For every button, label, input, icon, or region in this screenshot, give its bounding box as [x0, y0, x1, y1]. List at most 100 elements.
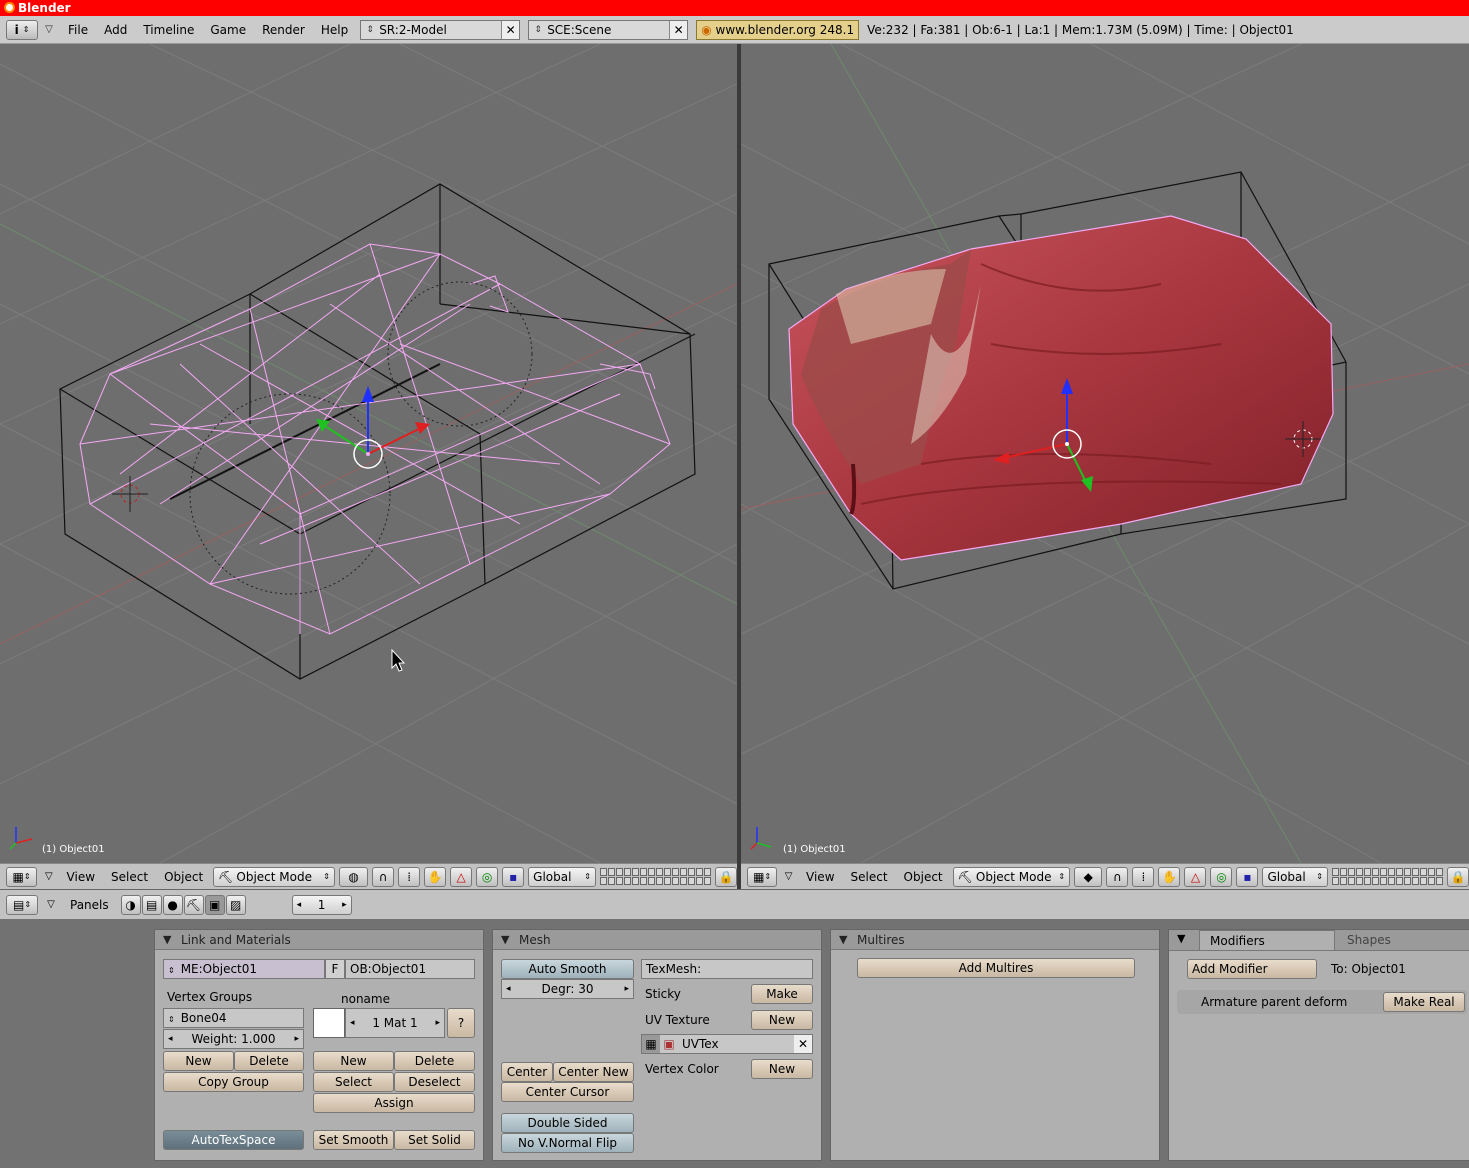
editor-type-button[interactable]: ▦ ⇕ — [747, 866, 778, 887]
menu-timeline[interactable]: Timeline — [135, 20, 202, 40]
editor-type-button[interactable]: ▤ ⇕ — [6, 894, 38, 915]
lock-button[interactable]: 🔒 — [1447, 866, 1469, 887]
menu-view[interactable]: View — [800, 870, 840, 884]
lock-button[interactable]: 🔒 — [714, 866, 737, 887]
collapse-triangle-icon[interactable]: ▼ — [163, 930, 171, 950]
pivot-button[interactable]: ∩ — [372, 866, 395, 887]
pivot-button[interactable]: ∩ — [1106, 866, 1129, 887]
set-solid-button[interactable]: Set Solid — [394, 1130, 475, 1150]
scale-toggle[interactable]: ▪ — [502, 866, 525, 887]
manipulator-toggle[interactable]: ✋ — [424, 866, 447, 887]
menu-object[interactable]: Object — [158, 870, 209, 884]
menu-help[interactable]: Help — [313, 20, 356, 40]
shading-context-button[interactable]: ● — [162, 894, 183, 915]
script-context-button[interactable]: ▤ — [141, 894, 162, 915]
menu-panels[interactable]: Panels — [64, 898, 115, 912]
material-query-button[interactable]: ? — [447, 1008, 475, 1038]
panel-header[interactable]: ▼ Link and Materials — [155, 930, 483, 950]
logic-context-button[interactable]: ◑ — [120, 894, 141, 915]
rotate-toggle[interactable]: ◎ — [1210, 866, 1233, 887]
vertex-group-delete-button[interactable]: Delete — [234, 1051, 304, 1071]
texmesh-field[interactable]: TexMesh: — [641, 959, 813, 979]
uv-texture-layer[interactable]: ▦ ▣ UVTex ✕ — [641, 1034, 813, 1054]
mode-selector[interactable]: ⛏ Object Mode ⇕ — [952, 866, 1071, 887]
snap-button[interactable]: ⁞ — [398, 866, 421, 887]
draw-type-button[interactable]: ◍ — [338, 866, 369, 887]
collapse-menu-icon[interactable]: ▽ — [44, 899, 58, 910]
rotate-toggle[interactable]: ◎ — [476, 866, 499, 887]
collapse-triangle-icon[interactable]: ▼ — [1177, 932, 1185, 945]
layer-buttons[interactable] — [599, 868, 711, 885]
mode-selector[interactable]: ⛏ Object Mode ⇕ — [213, 866, 335, 887]
object-name-field[interactable]: OB:Object01 — [345, 959, 475, 979]
fake-user-button[interactable]: F — [325, 959, 345, 979]
panel-header[interactable]: ▼ Multires — [831, 930, 1159, 950]
panel-header[interactable]: ▼ Mesh — [493, 930, 821, 950]
vertex-group-new-button[interactable]: New — [163, 1051, 234, 1071]
draw-type-button[interactable]: ◆ — [1074, 866, 1103, 887]
translate-toggle[interactable]: △ — [450, 866, 473, 887]
mesh-datablock-field[interactable]: ⇕ ME:Object01 — [163, 959, 325, 979]
copy-group-button[interactable]: Copy Group — [163, 1072, 304, 1092]
collapse-triangle-icon[interactable]: ▼ — [839, 930, 847, 950]
screen-selector[interactable]: ⇕ SR:2-Model ✕ — [360, 19, 521, 40]
menu-select[interactable]: Select — [105, 870, 154, 884]
tab-modifiers[interactable]: Modifiers — [1199, 930, 1335, 950]
scale-toggle[interactable]: ▪ — [1236, 866, 1259, 887]
vertex-group-selector[interactable]: ⇕ Bone04 — [163, 1008, 304, 1028]
center-cursor-button[interactable]: Center Cursor — [501, 1082, 634, 1102]
object-context-button[interactable]: ⛏ — [183, 894, 204, 915]
tab-shapes[interactable]: Shapes — [1337, 930, 1469, 950]
menu-object[interactable]: Object — [898, 870, 949, 884]
collapse-menu-icon[interactable]: ▽ — [781, 871, 796, 882]
add-modifier-button[interactable]: Add Modifier — [1187, 959, 1317, 979]
uv-texture-new-button[interactable]: New — [751, 1010, 813, 1030]
material-color-swatch[interactable] — [313, 1008, 345, 1038]
center-button[interactable]: Center — [501, 1062, 553, 1082]
auto-smooth-toggle[interactable]: Auto Smooth — [501, 959, 634, 979]
sticky-make-button[interactable]: Make — [751, 984, 813, 1004]
double-sided-toggle[interactable]: Double Sided — [501, 1113, 634, 1133]
weight-field[interactable]: ◂ Weight: 1.000 ▸ — [163, 1029, 304, 1049]
editor-type-button[interactable]: ▦ ⇕ — [6, 866, 38, 887]
no-vnormal-flip-toggle[interactable]: No V.Normal Flip — [501, 1133, 634, 1153]
scene-selector[interactable]: ⇕ SCE:Scene ✕ — [528, 19, 689, 40]
manipulator-toggle[interactable]: ✋ — [1158, 866, 1181, 887]
material-new-button[interactable]: New — [313, 1051, 394, 1071]
center-new-button[interactable]: Center New — [553, 1062, 634, 1082]
set-smooth-button[interactable]: Set Smooth — [313, 1130, 394, 1150]
material-index-field[interactable]: ◂ 1 Mat 1 ▸ — [345, 1008, 445, 1038]
menu-file[interactable]: File — [60, 20, 96, 40]
editor-type-button[interactable]: i ⇕ — [6, 19, 38, 40]
translate-toggle[interactable]: △ — [1184, 866, 1207, 887]
collapse-menu-icon[interactable]: ▽ — [41, 871, 56, 882]
close-icon[interactable]: ✕ — [501, 20, 520, 39]
degr-field[interactable]: ◂ Degr: 30 ▸ — [501, 979, 634, 999]
material-deselect-button[interactable]: Deselect — [394, 1072, 475, 1092]
add-multires-button[interactable]: Add Multires — [857, 958, 1135, 978]
3d-viewport-right[interactable]: (1) Object01 — [741, 44, 1469, 863]
orientation-selector[interactable]: Global ⇕ — [528, 866, 596, 887]
vertex-color-new-button[interactable]: New — [751, 1059, 813, 1079]
collapse-menu-icon[interactable]: ▽ — [38, 24, 60, 35]
collapse-triangle-icon[interactable]: ▼ — [501, 930, 509, 950]
menu-select[interactable]: Select — [845, 870, 894, 884]
blender-url-link[interactable]: ◉ www.blender.org 248.1 — [696, 19, 860, 40]
arrow-left-icon[interactable]: ◂ — [297, 900, 302, 910]
layer-buttons[interactable] — [1332, 868, 1443, 885]
menu-game[interactable]: Game — [202, 20, 254, 40]
frame-field[interactable]: ◂ 1 ▸ — [291, 894, 352, 915]
material-select-button[interactable]: Select — [313, 1072, 394, 1092]
close-icon[interactable]: ✕ — [669, 20, 688, 39]
arrow-right-icon[interactable]: ▸ — [342, 900, 347, 910]
orientation-selector[interactable]: Global ⇕ — [1262, 866, 1328, 887]
3d-viewport-left[interactable]: (1) Object01 — [0, 44, 737, 863]
make-real-button[interactable]: Make Real — [1383, 992, 1465, 1012]
material-delete-button[interactable]: Delete — [394, 1051, 475, 1071]
snap-button[interactable]: ⁞ — [1132, 866, 1155, 887]
scene-context-button[interactable]: ▨ — [225, 894, 246, 915]
menu-add[interactable]: Add — [96, 20, 135, 40]
editing-context-button[interactable]: ▣ — [204, 894, 225, 915]
material-assign-button[interactable]: Assign — [313, 1093, 475, 1113]
menu-render[interactable]: Render — [254, 20, 313, 40]
